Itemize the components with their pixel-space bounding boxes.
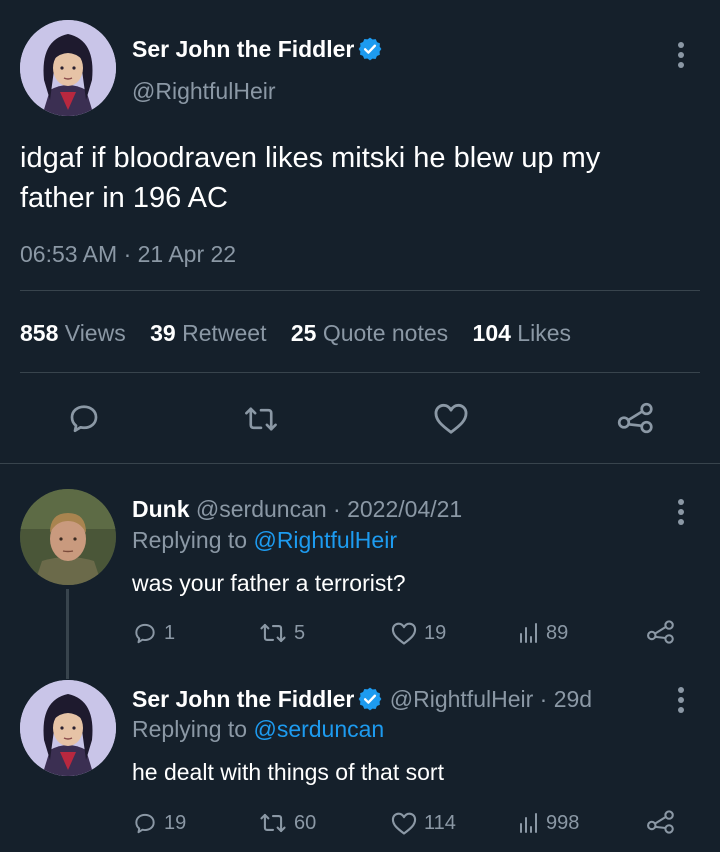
author-name-row[interactable]: Ser John the Fiddler <box>132 36 383 63</box>
author-display-name[interactable]: Ser John the Fiddler <box>132 36 354 62</box>
verified-badge-icon <box>357 686 383 712</box>
reply-date[interactable]: · 29d <box>540 686 592 712</box>
views-count: 89 <box>546 621 569 644</box>
like-action[interactable]: 19 <box>390 620 446 646</box>
retweet-count: 5 <box>294 621 306 644</box>
verified-badge-icon <box>357 36 383 62</box>
tweet-text-line: father in 196 AC <box>20 182 228 214</box>
like-icon <box>390 810 418 836</box>
like-count: 19 <box>424 621 447 644</box>
share-icon <box>646 618 676 646</box>
retweet-label: Retweet <box>182 320 267 346</box>
replying-to: Replying to @RightfulHeir <box>132 527 397 554</box>
replying-to-label: Replying to <box>132 527 248 553</box>
reply-icon[interactable] <box>66 400 102 436</box>
reply-count: 1 <box>164 621 176 644</box>
thread-connector-line <box>66 589 69 679</box>
replying-to-label: Replying to <box>132 716 248 742</box>
views-action[interactable]: 89 <box>518 620 568 646</box>
more-options-icon[interactable] <box>674 497 688 527</box>
views-label: Views <box>64 320 126 346</box>
reply-action[interactable]: 1 <box>132 620 175 646</box>
share-icon[interactable] <box>616 400 656 436</box>
share-action[interactable] <box>646 808 676 836</box>
views-count: 998 <box>546 811 580 834</box>
author-handle[interactable]: @RightfulHeir <box>132 78 276 105</box>
views-icon <box>518 620 540 646</box>
quote-stat[interactable]: 25 Quote notes <box>291 320 448 346</box>
retweet-icon[interactable] <box>242 402 280 436</box>
divider <box>20 290 700 291</box>
reply-avatar[interactable] <box>20 680 116 776</box>
reply-count: 19 <box>164 811 187 834</box>
retweet-action[interactable]: 5 <box>258 620 305 646</box>
like-count: 114 <box>424 811 456 834</box>
retweet-stat[interactable]: 39 Retweet <box>150 320 266 346</box>
reply-text: he dealt with things of that sort <box>132 759 444 785</box>
replying-to-link[interactable]: @RightfulHeir <box>253 527 397 553</box>
likes-label: Likes <box>517 320 571 346</box>
divider <box>20 372 700 373</box>
reply-handle[interactable]: @serduncan <box>196 496 327 522</box>
more-options-icon[interactable] <box>674 685 688 715</box>
share-icon <box>646 808 676 836</box>
tweet-text-line: idgaf if bloodraven likes mitski he blew… <box>20 142 601 174</box>
retweet-count: 60 <box>294 811 317 834</box>
reply-header: Ser John the Fiddler @RightfulHeir · 29d <box>132 686 592 713</box>
reply-display-name[interactable]: Ser John the Fiddler <box>132 686 354 712</box>
divider <box>0 463 720 464</box>
views-stat[interactable]: 858 Views <box>20 320 126 346</box>
like-icon <box>390 620 418 646</box>
retweet-icon <box>258 810 288 836</box>
views-action[interactable]: 998 <box>518 810 579 836</box>
tweet-timestamp[interactable]: 06:53 AM · 21 Apr 22 <box>20 241 236 268</box>
reply-icon <box>132 620 158 646</box>
reply-text: was your father a terrorist? <box>132 570 406 596</box>
retweet-action[interactable]: 60 <box>258 810 316 836</box>
reply-date[interactable]: · 2022/04/21 <box>333 496 462 522</box>
likes-count: 104 <box>472 320 511 346</box>
reply-avatar[interactable] <box>20 489 116 585</box>
quote-count: 25 <box>290 320 317 346</box>
views-icon <box>518 810 540 836</box>
retweet-count: 39 <box>150 320 176 346</box>
reply-icon <box>132 810 158 836</box>
replying-to: Replying to @serduncan <box>132 716 384 743</box>
retweet-icon <box>258 620 288 646</box>
like-action[interactable]: 114 <box>390 810 456 836</box>
views-count: 858 <box>20 320 59 346</box>
like-icon[interactable] <box>432 400 470 436</box>
replying-to-link[interactable]: @serduncan <box>253 716 384 742</box>
more-options-icon[interactable] <box>674 40 688 70</box>
tweet-text: idgaf if bloodraven likes mitski he blew… <box>20 138 600 218</box>
likes-stat[interactable]: 104 Likes <box>473 320 571 346</box>
reply-handle[interactable]: @RightfulHeir <box>390 686 534 712</box>
author-avatar[interactable] <box>20 20 116 116</box>
quote-label: Quote notes <box>322 320 449 346</box>
reply-display-name[interactable]: Dunk <box>132 496 190 522</box>
tweet-stats: 858 Views 39 Retweet 25 Quote notes 104 … <box>20 320 571 347</box>
share-action[interactable] <box>646 618 676 646</box>
reply-action[interactable]: 19 <box>132 810 186 836</box>
reply-header: Dunk @serduncan · 2022/04/21 <box>132 496 462 523</box>
